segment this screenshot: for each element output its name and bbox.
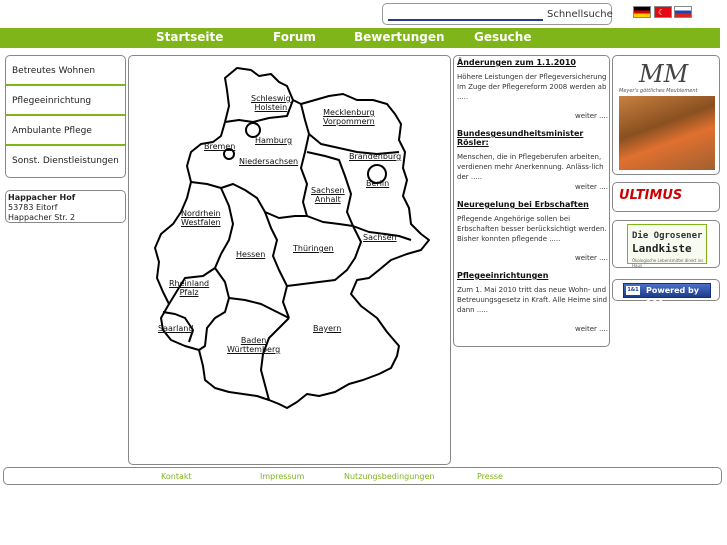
map-link-hamburg[interactable]: Hamburg	[255, 136, 292, 145]
news-item: Bundesgesundheitsminister Rösler: Mensch…	[457, 129, 608, 193]
news-title[interactable]: Änderungen zum 1.1.2010	[457, 58, 608, 67]
news-text: Zum 1. Mai 2010 tritt das neue Wohn- und…	[457, 286, 608, 314]
footer-link-nutzungsbedingungen[interactable]: Nutzungsbedingungen	[344, 472, 434, 481]
ad-1und1-banner[interactable]: 1&1 Powered by 1&1	[612, 279, 720, 308]
search-input[interactable]	[388, 19, 543, 21]
flag-germany-icon[interactable]	[633, 6, 651, 18]
news-item: Neuregelung bei Erbschaften Pflegende An…	[457, 200, 608, 264]
news-text: Menschen, die in Pflegeberufen arbeiten,…	[457, 153, 604, 181]
landkiste-line2: Landkiste	[632, 242, 692, 255]
map-link-rheinland-pfalz[interactable]: Rheinland Pfalz	[169, 279, 209, 297]
news-text: Höhere Leistungen der Pflegeversicherung…	[457, 73, 607, 101]
map-link-bayern[interactable]: Bayern	[313, 324, 341, 333]
news-more-link[interactable]: weiter ....	[575, 183, 608, 191]
nav-forum[interactable]: Forum	[273, 30, 316, 44]
map-link-sachsen-anhalt[interactable]: Sachsen Anhalt	[311, 186, 345, 204]
meyer-subtitle: Meyer's göttliches Meublement	[619, 88, 698, 94]
main-nav: Startseite Forum Bewertungen Gesuche	[0, 28, 720, 48]
address-name: Happacher Hof	[8, 193, 76, 202]
news-title[interactable]: Pflegeeinrichtungen	[457, 271, 608, 280]
search-label: Schnellsuche	[547, 9, 613, 20]
1und1-logo-icon: 1&1	[626, 286, 640, 295]
news-item: Pflegeeinrichtungen Zum 1. Mai 2010 trit…	[457, 271, 608, 335]
footer-link-impressum[interactable]: Impressum	[260, 472, 304, 481]
map-link-schleswig-holstein[interactable]: Schleswig Holstein	[251, 94, 291, 112]
ad-ultimus-banner[interactable]: ULTIMUS	[612, 182, 720, 212]
germany-map	[154, 67, 430, 409]
landkiste-line1: Die Ogrosener	[632, 231, 703, 241]
sidebar-menu: Betreutes Wohnen Pflegeeinrichtung Ambul…	[5, 55, 126, 178]
map-link-hessen[interactable]: Hessen	[236, 250, 265, 259]
news-more-link[interactable]: weiter ....	[575, 112, 608, 120]
germany-map-panel: Schleswig Holstein Mecklenburg Vorpommern …	[128, 55, 451, 465]
landkiste-logo: Die Ogrosener Landkiste Ökologische Lebe…	[627, 224, 707, 268]
sidebar-item-betreutes-wohnen[interactable]: Betreutes Wohnen	[6, 56, 125, 86]
nav-startseite[interactable]: Startseite	[156, 30, 223, 44]
map-link-mecklenburg-vorpommern[interactable]: Mecklenburg Vorpommern	[323, 108, 375, 126]
address-box: Happacher Hof 53783 Eitorf Happacher Str…	[5, 190, 126, 223]
meyer-photo	[619, 96, 715, 170]
powered-by-1und1-button[interactable]: 1&1 Powered by 1&1	[623, 283, 711, 308]
news-title[interactable]: Neuregelung bei Erbschaften	[457, 200, 608, 209]
sidebar-item-pflegeeinrichtung[interactable]: Pflegeeinrichtung	[6, 86, 125, 116]
flag-turkey-icon[interactable]: ☾	[654, 6, 672, 18]
footer-link-presse[interactable]: Presse	[477, 472, 503, 481]
meyer-logo: MM	[639, 60, 689, 88]
map-link-bremen[interactable]: Bremen	[204, 142, 235, 151]
landkiste-line3: Ökologische Lebensmittel direkt ins Haus	[632, 258, 704, 268]
hamburg-circle	[245, 122, 261, 138]
map-link-berlin[interactable]: Berlin	[366, 179, 389, 188]
flag-russia-icon[interactable]	[674, 6, 692, 18]
nav-gesuche[interactable]: Gesuche	[474, 30, 531, 44]
sidebar-item-sonst-dienstleistungen[interactable]: Sonst. Dienstleistungen	[6, 146, 125, 176]
nav-bewertungen[interactable]: Bewertungen	[354, 30, 445, 44]
ad-landkiste-banner[interactable]: Die Ogrosener Landkiste Ökologische Lebe…	[612, 220, 720, 268]
map-link-niedersachsen[interactable]: Niedersachsen	[239, 157, 298, 166]
powered-by-label: Powered by 1&1	[646, 286, 699, 308]
news-item: Änderungen zum 1.1.2010 Höhere Leistunge…	[457, 58, 608, 122]
map-link-thueringen[interactable]: Thüringen	[293, 244, 334, 253]
footer-link-kontakt[interactable]: Kontakt	[161, 472, 192, 481]
ad-meyer-banner[interactable]: MM Meyer's göttliches Meublement	[612, 55, 720, 175]
map-link-nordrhein-westfalen[interactable]: Nordrhein Westfalen	[181, 209, 221, 227]
footer: Kontakt Impressum Nutzungsbedingungen Pr…	[3, 467, 722, 485]
news-more-link[interactable]: weiter ....	[575, 325, 608, 333]
map-link-saarland[interactable]: Saarland	[158, 324, 193, 333]
search-box[interactable]: Schnellsuche	[382, 3, 613, 25]
news-title[interactable]: Bundesgesundheitsminister Rösler:	[457, 129, 608, 147]
map-link-sachsen[interactable]: Sachsen	[363, 233, 397, 242]
ultimus-logo: ULTIMUS	[619, 188, 683, 203]
news-text: Pflegende Angehörige sollen bei Erbschaf…	[457, 215, 607, 243]
news-panel: Änderungen zum 1.1.2010 Höhere Leistunge…	[453, 55, 610, 347]
news-more-link[interactable]: weiter ....	[575, 254, 608, 262]
address-street: Happacher Str. 2	[8, 213, 76, 222]
map-link-brandenburg[interactable]: Brandenburg	[349, 152, 401, 161]
address-city: 53783 Eitorf	[8, 203, 58, 212]
sidebar-item-ambulante-pflege[interactable]: Ambulante Pflege	[6, 116, 125, 146]
map-link-baden-wuerttemberg[interactable]: Baden Württemberg	[227, 336, 280, 354]
